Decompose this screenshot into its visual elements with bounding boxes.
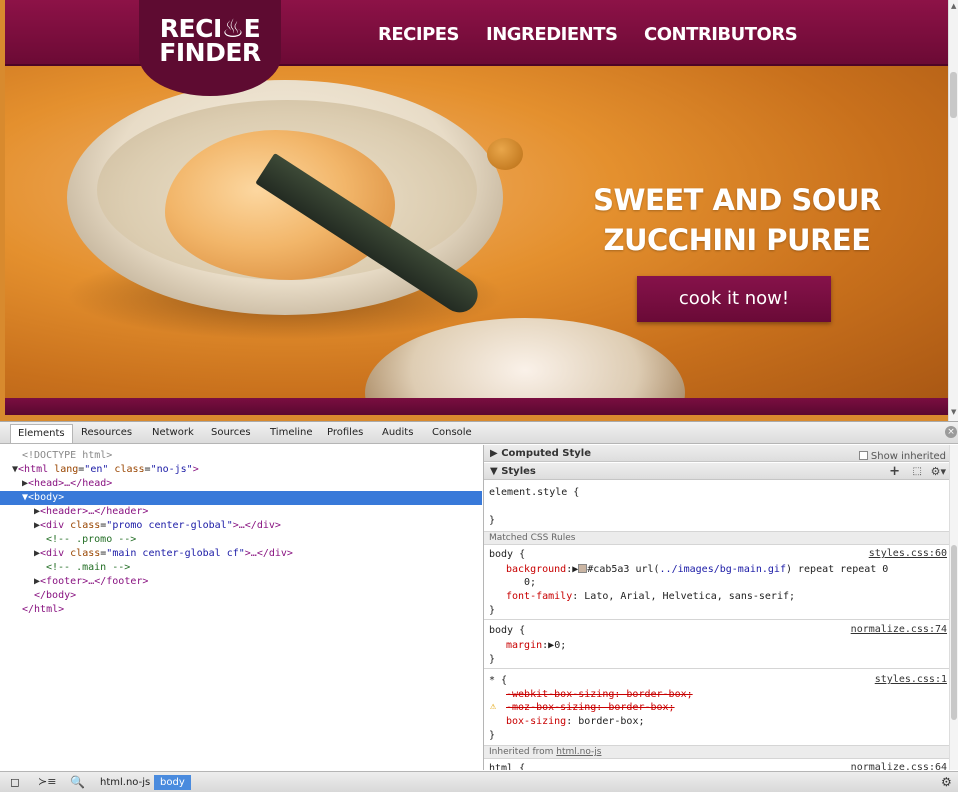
site-logo[interactable]: RECI♨E FINDER — [139, 0, 281, 96]
dom-node-selected[interactable]: ▼<body> — [0, 491, 482, 505]
dom-tree: <!DOCTYPE html> ▼<html lang="en" class="… — [0, 445, 482, 770]
inherited-from-link[interactable]: html.no-js — [556, 747, 601, 757]
add-rule-icon[interactable]: + — [889, 463, 900, 480]
styles-header[interactable]: ▼ Styles + ⬚ ⚙▾ — [484, 463, 949, 480]
rule-selector[interactable]: body { — [489, 624, 525, 637]
gear-icon[interactable]: ⚙▾ — [931, 463, 946, 480]
dom-node[interactable]: <!-- .promo --> — [0, 533, 482, 547]
rule-source-link[interactable]: styles.css:1 — [875, 674, 947, 685]
hero-headline-line-1: SWEET AND SOUR — [593, 183, 881, 217]
css-declaration[interactable]: margin:▶0; — [506, 639, 566, 652]
css-declaration[interactable]: font-family: Lato, Arial, Helvetica, san… — [506, 590, 795, 603]
dock-icon[interactable]: ◻ — [10, 775, 20, 789]
dom-node[interactable]: ▼<html lang="en" class="no-js"> — [0, 463, 482, 477]
rule-source-link[interactable]: styles.css:60 — [869, 548, 947, 559]
expanded-triangle-icon: ▼ — [490, 466, 498, 477]
css-declaration[interactable]: box-sizing: border-box; — [506, 715, 645, 728]
hero-image-food — [165, 130, 395, 280]
nav-recipes[interactable]: RECIPES — [378, 24, 460, 45]
color-swatch[interactable] — [578, 564, 588, 573]
tab-profiles[interactable]: Profiles — [327, 427, 363, 438]
collapsed-triangle-icon: ▶ — [490, 448, 498, 459]
hero-image-sauce — [487, 138, 523, 170]
dom-node[interactable]: ▶<footer>…</footer> — [0, 575, 482, 589]
page-scrollbar[interactable]: ▲ ▼ — [948, 0, 958, 421]
scroll-down-icon[interactable]: ▼ — [951, 408, 956, 416]
breadcrumb-body[interactable]: body — [154, 775, 191, 790]
rule-divider — [484, 668, 949, 669]
rule-close-brace: } — [489, 605, 496, 616]
rule-selector[interactable]: html { — [489, 762, 525, 770]
element-state-icon[interactable]: ⬚ — [913, 463, 922, 480]
rule-divider — [484, 619, 949, 620]
tab-sources[interactable]: Sources — [211, 427, 251, 438]
dom-node[interactable]: </body> — [0, 589, 482, 603]
styles-scrollbar-thumb[interactable] — [951, 545, 957, 720]
dom-node[interactable]: </html> — [0, 603, 482, 617]
rule-source-link[interactable]: normalize.css:74 — [851, 624, 947, 635]
css-declaration-continuation: 0; — [524, 577, 537, 588]
dom-node[interactable]: ▶<div class="main center-global cf">…</d… — [0, 547, 482, 561]
devtools-status-bar: ◻ ≻≡ 🔍 html.no-js body ⚙ — [0, 771, 958, 792]
cook-it-now-button[interactable]: cook it now! — [637, 276, 831, 322]
nav-ingredients[interactable]: INGREDIENTS — [486, 24, 618, 45]
rule-close-brace: } — [489, 654, 496, 665]
inherited-from-header: Inherited from html.no-js — [484, 745, 949, 759]
css-declaration[interactable]: background:▶ #cab5a3 url(../images/bg-mai… — [506, 563, 888, 576]
tab-elements[interactable]: Elements — [10, 424, 73, 443]
scroll-up-icon[interactable]: ▲ — [951, 2, 956, 10]
matched-css-rules-header: Matched CSS Rules — [484, 531, 949, 545]
rule-source-link[interactable]: normalize.css:64 — [851, 762, 947, 770]
hero-headline-line-2: ZUCCHINI PUREE — [603, 223, 871, 257]
css-declaration-overridden[interactable]: -moz-box-sizing: border-box; — [506, 701, 675, 714]
computed-style-header[interactable]: ▶ Computed Style Show inherited — [484, 445, 949, 462]
rule-selector[interactable]: body { — [489, 548, 525, 561]
tab-network[interactable]: Network — [152, 427, 194, 438]
tab-timeline[interactable]: Timeline — [270, 427, 313, 438]
hero-banner: RECIPES INGREDIENTS CONTRIBUTORS RECI♨E … — [5, 0, 948, 415]
page-scrollbar-thumb[interactable] — [950, 72, 957, 118]
devtools-tab-bar: Elements Resources Network Sources Timel… — [0, 422, 958, 444]
checkbox-icon[interactable] — [858, 451, 868, 460]
close-icon[interactable]: × — [945, 426, 957, 438]
rule-selector[interactable]: * { — [489, 674, 507, 687]
tab-resources[interactable]: Resources — [81, 427, 132, 438]
settings-gear-icon[interactable]: ⚙ — [941, 775, 952, 789]
rule-close-brace: } — [489, 515, 496, 526]
tab-audits[interactable]: Audits — [382, 427, 413, 438]
search-icon[interactable]: 🔍 — [70, 775, 85, 789]
dom-node[interactable]: ▶<head>…</head> — [0, 477, 482, 491]
console-drawer-icon[interactable]: ≻≡ — [38, 775, 56, 788]
hero-headline: SWEET AND SOUR ZUCCHINI PUREE — [587, 180, 887, 260]
dom-node[interactable]: ▶<header>…</header> — [0, 505, 482, 519]
element-style-selector[interactable]: element.style { — [489, 486, 579, 499]
styles-sidebar: ▶ Computed Style Show inherited ▼ Styles… — [483, 445, 949, 770]
nav-contributors[interactable]: CONTRIBUTORS — [644, 24, 798, 45]
url-link[interactable]: ../images/bg-main.gif — [660, 564, 786, 575]
breadcrumb-html[interactable]: html.no-js — [94, 775, 156, 790]
logo-line-2: FINDER — [159, 38, 261, 67]
page-preview: RECIPES INGREDIENTS CONTRIBUTORS RECI♨E … — [0, 0, 958, 421]
hero-bottom-bar — [5, 398, 948, 415]
tab-console[interactable]: Console — [432, 427, 472, 438]
dom-node[interactable]: <!DOCTYPE html> — [0, 449, 482, 463]
rule-close-brace: } — [489, 730, 496, 741]
dom-node[interactable]: <!-- .main --> — [0, 561, 482, 575]
dom-node[interactable]: ▶<div class="promo center-global">…</div… — [0, 519, 482, 533]
styles-scrollbar[interactable] — [949, 445, 958, 770]
css-declaration-overridden[interactable]: -webkit-box-sizing: border-box; — [506, 688, 693, 701]
devtools-panel: Elements Resources Network Sources Timel… — [0, 421, 958, 792]
warning-icon: ⚠ — [490, 701, 497, 712]
